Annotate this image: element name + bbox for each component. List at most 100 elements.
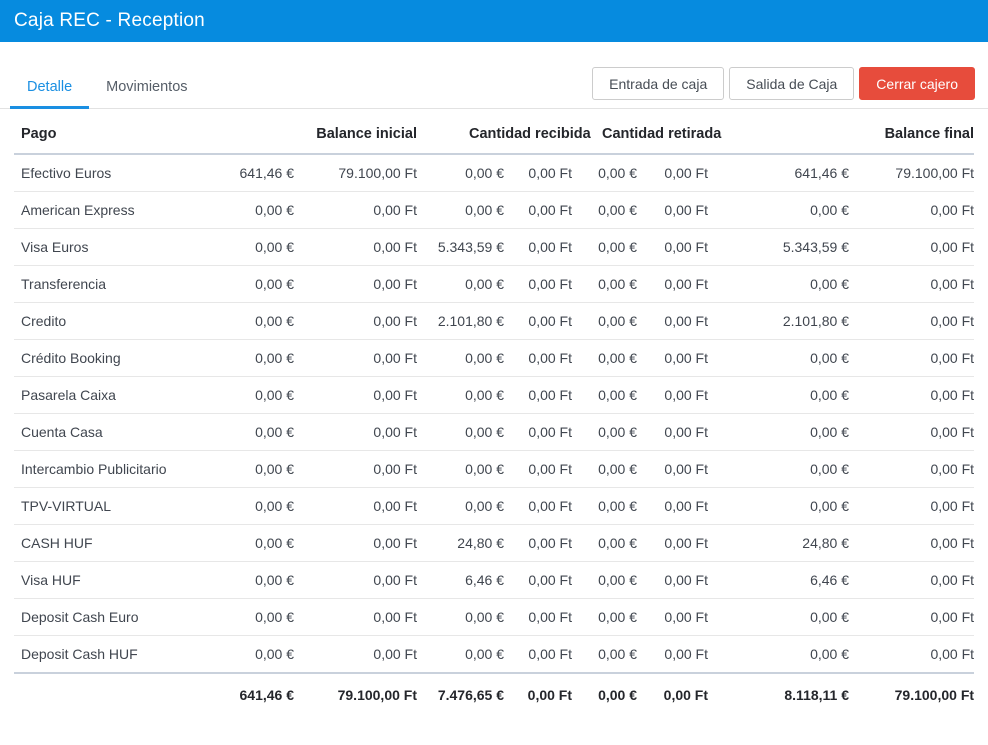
table-row: TPV-VIRTUAL 0,00 € 0,00 Ft 0,00 € 0,00 F… bbox=[14, 488, 974, 525]
cantidad-recibida-eur-cell: 0,00 € bbox=[417, 488, 504, 525]
balance-inicial-huf-cell: 0,00 Ft bbox=[294, 488, 417, 525]
balance-inicial-huf-cell: 0,00 Ft bbox=[294, 229, 417, 266]
balance-inicial-huf-cell: 79.100,00 Ft bbox=[294, 154, 417, 192]
payment-method-name: American Express bbox=[14, 192, 218, 229]
cantidad-recibida-eur-cell: 0,00 € bbox=[417, 340, 504, 377]
cantidad-retirada-eur-cell: 0,00 € bbox=[572, 192, 637, 229]
balance-inicial-eur-cell: 0,00 € bbox=[218, 488, 294, 525]
cantidad-recibida-eur-cell: 0,00 € bbox=[417, 154, 504, 192]
table-row: CASH HUF 0,00 € 0,00 Ft 24,80 € 0,00 Ft … bbox=[14, 525, 974, 562]
balance-final-eur-cell: 0,00 € bbox=[708, 451, 849, 488]
entrada-de-caja-button[interactable]: Entrada de caja bbox=[592, 67, 724, 100]
cantidad-retirada-eur-cell: 0,00 € bbox=[572, 599, 637, 636]
table-row: Deposit Cash Euro 0,00 € 0,00 Ft 0,00 € … bbox=[14, 599, 974, 636]
tab-movimientos[interactable]: Movimientos bbox=[89, 69, 204, 109]
cantidad-recibida-eur-cell: 0,00 € bbox=[417, 192, 504, 229]
cantidad-retirada-eur-cell: 0,00 € bbox=[572, 562, 637, 599]
cantidad-recibida-huf-cell: 0,00 Ft bbox=[504, 599, 572, 636]
cantidad-retirada-huf-cell: 0,00 Ft bbox=[637, 192, 708, 229]
balance-final-eur-cell: 0,00 € bbox=[708, 340, 849, 377]
balance-inicial-huf-cell: 0,00 Ft bbox=[294, 451, 417, 488]
cantidad-retirada-eur-cell: 0,00 € bbox=[572, 636, 637, 674]
payment-method-name: Intercambio Publicitario bbox=[14, 451, 218, 488]
balance-final-eur-cell: 6,46 € bbox=[708, 562, 849, 599]
balance-final-huf-cell: 0,00 Ft bbox=[849, 340, 974, 377]
cash-register-detail: Pago Balance inicial Cantidad recibida C… bbox=[0, 109, 988, 717]
cantidad-recibida-huf-cell: 0,00 Ft bbox=[504, 562, 572, 599]
total-cantidad-recibida-huf: 0,00 Ft bbox=[504, 673, 572, 717]
payment-method-name: CASH HUF bbox=[14, 525, 218, 562]
table-row: Deposit Cash HUF 0,00 € 0,00 Ft 0,00 € 0… bbox=[14, 636, 974, 674]
payment-method-name: Crédito Booking bbox=[14, 340, 218, 377]
cantidad-recibida-eur-cell: 0,00 € bbox=[417, 599, 504, 636]
cantidad-recibida-huf-cell: 0,00 Ft bbox=[504, 154, 572, 192]
cantidad-recibida-huf-cell: 0,00 Ft bbox=[504, 340, 572, 377]
balance-final-huf-cell: 79.100,00 Ft bbox=[849, 154, 974, 192]
cantidad-recibida-huf-cell: 0,00 Ft bbox=[504, 303, 572, 340]
balance-inicial-huf-cell: 0,00 Ft bbox=[294, 562, 417, 599]
balance-final-huf-cell: 0,00 Ft bbox=[849, 599, 974, 636]
toolbar: Detalle Movimientos Entrada de caja Sali… bbox=[0, 42, 988, 109]
cantidad-recibida-huf-cell: 0,00 Ft bbox=[504, 488, 572, 525]
cantidad-recibida-huf-cell: 0,00 Ft bbox=[504, 414, 572, 451]
table-row: Efectivo Euros 641,46 € 79.100,00 Ft 0,0… bbox=[14, 154, 974, 192]
table-row: Credito 0,00 € 0,00 Ft 2.101,80 € 0,00 F… bbox=[14, 303, 974, 340]
cantidad-retirada-huf-cell: 0,00 Ft bbox=[637, 525, 708, 562]
payment-method-name: Visa HUF bbox=[14, 562, 218, 599]
cantidad-retirada-eur-cell: 0,00 € bbox=[572, 340, 637, 377]
balance-final-huf-cell: 0,00 Ft bbox=[849, 562, 974, 599]
action-buttons: Entrada de caja Salida de Caja Cerrar ca… bbox=[592, 67, 975, 100]
balance-inicial-huf-cell: 0,00 Ft bbox=[294, 303, 417, 340]
cantidad-retirada-eur-cell: 0,00 € bbox=[572, 488, 637, 525]
cantidad-retirada-huf-cell: 0,00 Ft bbox=[637, 340, 708, 377]
cantidad-recibida-eur-cell: 2.101,80 € bbox=[417, 303, 504, 340]
cantidad-retirada-huf-cell: 0,00 Ft bbox=[637, 562, 708, 599]
col-header-cantidad-retirada: Cantidad retirada bbox=[572, 121, 708, 154]
cantidad-recibida-eur-cell: 0,00 € bbox=[417, 414, 504, 451]
balance-final-huf-cell: 0,00 Ft bbox=[849, 266, 974, 303]
balance-final-eur-cell: 0,00 € bbox=[708, 377, 849, 414]
cantidad-recibida-huf-cell: 0,00 Ft bbox=[504, 192, 572, 229]
balance-inicial-huf-cell: 0,00 Ft bbox=[294, 377, 417, 414]
cantidad-recibida-huf-cell: 0,00 Ft bbox=[504, 266, 572, 303]
cantidad-recibida-eur-cell: 0,00 € bbox=[417, 451, 504, 488]
col-header-balance-final: Balance final bbox=[708, 121, 974, 154]
payment-method-name: Visa Euros bbox=[14, 229, 218, 266]
balance-inicial-eur-cell: 0,00 € bbox=[218, 377, 294, 414]
balance-inicial-eur-cell: 0,00 € bbox=[218, 414, 294, 451]
balance-final-eur-cell: 0,00 € bbox=[708, 266, 849, 303]
balance-final-huf-cell: 0,00 Ft bbox=[849, 525, 974, 562]
table-header-row: Pago Balance inicial Cantidad recibida C… bbox=[14, 121, 974, 154]
total-cantidad-recibida-eur: 7.476,65 € bbox=[417, 673, 504, 717]
cantidad-retirada-eur-cell: 0,00 € bbox=[572, 303, 637, 340]
tab-detalle[interactable]: Detalle bbox=[10, 69, 89, 109]
cantidad-recibida-huf-cell: 0,00 Ft bbox=[504, 451, 572, 488]
cantidad-retirada-huf-cell: 0,00 Ft bbox=[637, 229, 708, 266]
cerrar-cajero-button[interactable]: Cerrar cajero bbox=[859, 67, 975, 100]
balance-inicial-huf-cell: 0,00 Ft bbox=[294, 192, 417, 229]
cantidad-recibida-huf-cell: 0,00 Ft bbox=[504, 377, 572, 414]
salida-de-caja-button[interactable]: Salida de Caja bbox=[729, 67, 854, 100]
col-header-cantidad-recibida: Cantidad recibida bbox=[417, 121, 572, 154]
payment-method-name: Cuenta Casa bbox=[14, 414, 218, 451]
cantidad-recibida-huf-cell: 0,00 Ft bbox=[504, 636, 572, 674]
balance-inicial-eur-cell: 0,00 € bbox=[218, 636, 294, 674]
total-balance-inicial-huf: 79.100,00 Ft bbox=[294, 673, 417, 717]
cash-register-table: Pago Balance inicial Cantidad recibida C… bbox=[14, 121, 974, 717]
balance-final-huf-cell: 0,00 Ft bbox=[849, 192, 974, 229]
col-header-balance-inicial: Balance inicial bbox=[218, 121, 417, 154]
balance-inicial-eur-cell: 0,00 € bbox=[218, 525, 294, 562]
balance-final-eur-cell: 2.101,80 € bbox=[708, 303, 849, 340]
table-row: Pasarela Caixa 0,00 € 0,00 Ft 0,00 € 0,0… bbox=[14, 377, 974, 414]
balance-final-eur-cell: 24,80 € bbox=[708, 525, 849, 562]
balance-final-eur-cell: 0,00 € bbox=[708, 599, 849, 636]
balance-inicial-eur-cell: 0,00 € bbox=[218, 266, 294, 303]
balance-final-huf-cell: 0,00 Ft bbox=[849, 636, 974, 674]
balance-inicial-eur-cell: 0,00 € bbox=[218, 562, 294, 599]
col-header-pago: Pago bbox=[14, 121, 218, 154]
balance-inicial-huf-cell: 0,00 Ft bbox=[294, 599, 417, 636]
cantidad-retirada-huf-cell: 0,00 Ft bbox=[637, 414, 708, 451]
balance-final-huf-cell: 0,00 Ft bbox=[849, 303, 974, 340]
balance-final-huf-cell: 0,00 Ft bbox=[849, 451, 974, 488]
cantidad-retirada-huf-cell: 0,00 Ft bbox=[637, 599, 708, 636]
